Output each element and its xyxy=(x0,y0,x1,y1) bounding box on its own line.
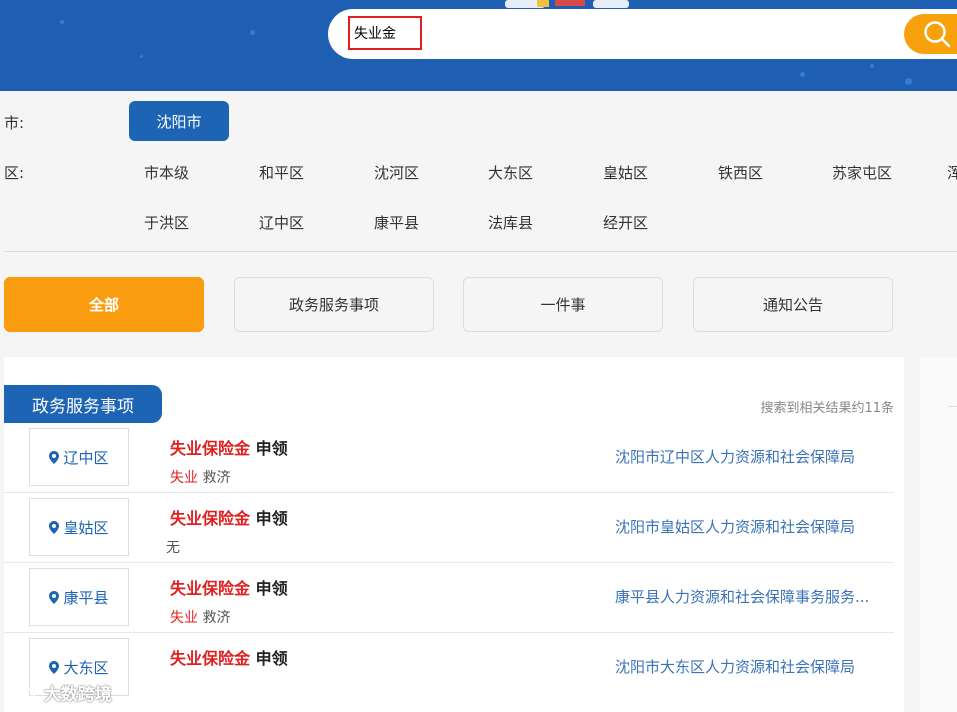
location-badge: 辽中区 xyxy=(29,428,129,486)
section-title: 政务服务事项 xyxy=(4,385,162,423)
title-highlight: 失业保险金 xyxy=(170,439,251,458)
location-text: 大东区 xyxy=(63,658,109,677)
title-rest: 申领 xyxy=(250,579,288,598)
result-department-link[interactable]: 康平县人力资源和社会保障事务服务... xyxy=(615,586,887,607)
district-option[interactable]: 法库县 xyxy=(488,212,533,233)
district-option[interactable]: 经开区 xyxy=(603,212,648,233)
district-option[interactable]: 浑 xyxy=(947,162,957,183)
result-department-link[interactable]: 沈阳市辽中区人力资源和社会保障局 xyxy=(615,446,887,467)
district-option[interactable]: 苏家屯区 xyxy=(832,162,892,183)
title-highlight: 失业保险金 xyxy=(170,509,251,528)
location-badge: 皇姑区 xyxy=(29,498,129,556)
district-option[interactable]: 和平区 xyxy=(259,162,304,183)
result-tags: 失业 救济 xyxy=(170,467,230,487)
result-item[interactable]: 康平县 失业保险金 申领 失业 救济 康平县人力资源和社会保障事务服务... xyxy=(4,562,894,633)
result-tags: 无 xyxy=(166,537,180,557)
district-option[interactable]: 皇姑区 xyxy=(603,162,648,183)
result-title[interactable]: 失业保险金 申领 xyxy=(170,645,288,669)
tag-rest: 救济 xyxy=(198,610,231,626)
tag-rest: 救济 xyxy=(198,470,231,486)
search-icon xyxy=(924,21,951,48)
decor-dot xyxy=(905,78,912,85)
district-option[interactable]: 沈河区 xyxy=(374,162,419,183)
title-rest: 申领 xyxy=(250,509,288,528)
result-title[interactable]: 失业保险金 申领 xyxy=(170,505,288,529)
location-text: 皇姑区 xyxy=(63,518,109,537)
tag-highlight: 失业 xyxy=(170,470,198,486)
location-text: 康平县 xyxy=(63,588,109,607)
result-item[interactable]: 辽中区 失业保险金 申领 失业 救济 沈阳市辽中区人力资源和社会保障局 xyxy=(4,422,894,493)
title-highlight: 失业保险金 xyxy=(170,649,251,668)
category-tab-notices[interactable]: 通知公告 xyxy=(693,277,893,332)
decor-dot xyxy=(870,64,874,68)
filter-divider xyxy=(4,251,957,252)
location-pin-icon xyxy=(49,450,60,464)
search-input[interactable] xyxy=(348,16,422,50)
result-tags: 失业 救济 xyxy=(170,607,230,627)
category-tab-one-thing[interactable]: 一件事 xyxy=(463,277,663,332)
title-rest: 申领 xyxy=(250,439,288,458)
watermark-text: 大数跨境 xyxy=(43,685,112,705)
district-filter-label: 区: xyxy=(4,164,25,182)
district-option[interactable]: 大东区 xyxy=(488,162,533,183)
result-department-link[interactable]: 沈阳市大东区人力资源和社会保障局 xyxy=(615,656,887,677)
district-option[interactable]: 铁西区 xyxy=(718,162,763,183)
location-pin-icon xyxy=(49,590,60,604)
tag-rest: 无 xyxy=(166,540,180,556)
result-item[interactable]: 大东区 失业保险金 申领 沈阳市大东区人力资源和社会保障局 xyxy=(4,632,894,702)
city-option-selected[interactable]: 沈阳市 xyxy=(129,101,229,141)
decor-dot xyxy=(800,72,805,77)
location-pin-icon xyxy=(49,660,60,674)
result-title[interactable]: 失业保险金 申领 xyxy=(170,575,288,599)
location-badge: 康平县 xyxy=(29,568,129,626)
results-panel: 政务服务事项 搜索到相关结果约11条 辽中区 失业保险金 申领 失业 救济 沈阳… xyxy=(4,357,904,712)
district-option[interactable]: 辽中区 xyxy=(259,212,304,233)
decor-dot xyxy=(60,20,64,24)
category-tab-all[interactable]: 全部 xyxy=(4,277,204,332)
decor-dot xyxy=(140,55,143,58)
location-text: 辽中区 xyxy=(63,448,109,467)
watermark-logo-icon xyxy=(9,688,35,702)
sidebar-divider xyxy=(948,406,957,407)
district-option[interactable]: 于洪区 xyxy=(144,212,189,233)
location-pin-icon xyxy=(49,520,60,534)
district-option[interactable]: 市本级 xyxy=(144,162,189,183)
result-department-link[interactable]: 沈阳市皇姑区人力资源和社会保障局 xyxy=(615,516,887,537)
tag-highlight: 失业 xyxy=(170,610,198,626)
category-tab-services[interactable]: 政务服务事项 xyxy=(234,277,434,332)
watermark: 大数跨境 xyxy=(8,680,112,705)
title-highlight: 失业保险金 xyxy=(170,579,251,598)
right-sidebar-strip xyxy=(920,357,957,712)
search-box xyxy=(328,9,957,59)
result-item[interactable]: 皇姑区 失业保险金 申领 无 沈阳市皇姑区人力资源和社会保障局 xyxy=(4,492,894,563)
result-title[interactable]: 失业保险金 申领 xyxy=(170,435,288,459)
title-rest: 申领 xyxy=(250,649,288,668)
city-filter-label: 市: xyxy=(4,114,25,132)
result-count: 搜索到相关结果约11条 xyxy=(760,401,894,416)
decor-dot xyxy=(250,30,255,35)
search-button[interactable] xyxy=(904,14,957,54)
district-option[interactable]: 康平县 xyxy=(374,212,419,233)
